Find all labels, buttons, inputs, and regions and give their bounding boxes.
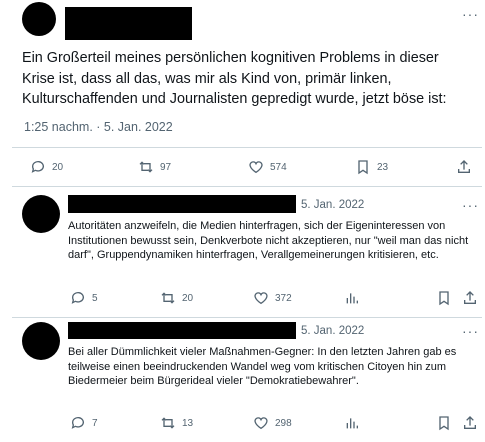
- divider: [12, 186, 482, 187]
- like-button[interactable]: 574: [248, 159, 287, 175]
- reply-count: 7: [92, 417, 98, 429]
- retweet-count: 20: [182, 292, 194, 304]
- bookmark-count: 23: [377, 161, 389, 173]
- like-button[interactable]: 298: [253, 415, 292, 431]
- heart-icon: [249, 161, 263, 174]
- analytics-icon: [346, 418, 358, 429]
- share-icon: [458, 160, 470, 173]
- reply-author-redacted: [68, 322, 296, 339]
- retweet-icon: [161, 292, 175, 304]
- share-button[interactable]: [456, 159, 472, 175]
- share-button[interactable]: [462, 290, 478, 306]
- reply-text: Autoritäten anzweifeln, die Medien hinte…: [68, 220, 469, 261]
- divider: [12, 317, 482, 318]
- like-button[interactable]: 372: [253, 290, 292, 306]
- analytics-button[interactable]: [344, 415, 360, 431]
- heart-icon: [254, 417, 268, 430]
- reply-avatar[interactable]: [22, 195, 60, 233]
- more-options-icon[interactable]: ···: [462, 323, 479, 339]
- analytics-button[interactable]: [344, 290, 360, 306]
- heart-icon: [254, 292, 268, 305]
- retweet-button[interactable]: 97: [138, 159, 171, 175]
- reply-button[interactable]: 20: [30, 159, 63, 175]
- bookmark-button[interactable]: [436, 415, 452, 431]
- like-count: 298: [275, 417, 292, 429]
- reply-date[interactable]: 5. Jan. 2022: [301, 325, 364, 337]
- reply-avatar[interactable]: [22, 322, 60, 360]
- bookmark-icon: [439, 416, 449, 431]
- retweet-count: 13: [182, 417, 194, 429]
- share-icon: [464, 291, 476, 304]
- divider: [12, 147, 482, 148]
- tweet-timestamp[interactable]: 1:25 nachm. · 5. Jan. 2022: [24, 120, 173, 134]
- share-icon: [464, 416, 476, 429]
- bookmark-button[interactable]: [436, 290, 452, 306]
- retweet-count: 97: [160, 161, 172, 173]
- reply-button[interactable]: 5: [70, 290, 98, 306]
- reply-date[interactable]: 5. Jan. 2022: [301, 199, 364, 211]
- like-count: 574: [270, 161, 287, 173]
- reply-icon: [31, 161, 44, 173]
- more-options-icon[interactable]: ···: [462, 197, 479, 213]
- tweet-text: Ein Großerteil meines persönlichen kogni…: [22, 50, 447, 107]
- retweet-icon: [139, 161, 153, 173]
- bookmark-button[interactable]: 23: [355, 159, 388, 175]
- reply-icon: [71, 417, 84, 429]
- bookmark-icon: [358, 160, 368, 175]
- reply-text: Bei aller Dümmlichkeit vieler Maßnahmen-…: [68, 346, 457, 387]
- like-count: 372: [275, 292, 292, 304]
- author-name-redacted: [65, 7, 192, 40]
- bookmark-icon: [439, 291, 449, 306]
- retweet-button[interactable]: 20: [160, 290, 193, 306]
- reply-button[interactable]: 7: [70, 415, 98, 431]
- retweet-button[interactable]: 13: [160, 415, 193, 431]
- retweet-icon: [161, 417, 175, 429]
- reply-icon: [71, 292, 84, 304]
- analytics-icon: [346, 293, 358, 304]
- more-options-icon[interactable]: ···: [462, 6, 479, 22]
- reply-count: 5: [92, 292, 98, 304]
- reply-count: 20: [52, 161, 64, 173]
- share-button[interactable]: [462, 415, 478, 431]
- reply-author-redacted: [68, 195, 296, 213]
- author-avatar[interactable]: [22, 2, 56, 36]
